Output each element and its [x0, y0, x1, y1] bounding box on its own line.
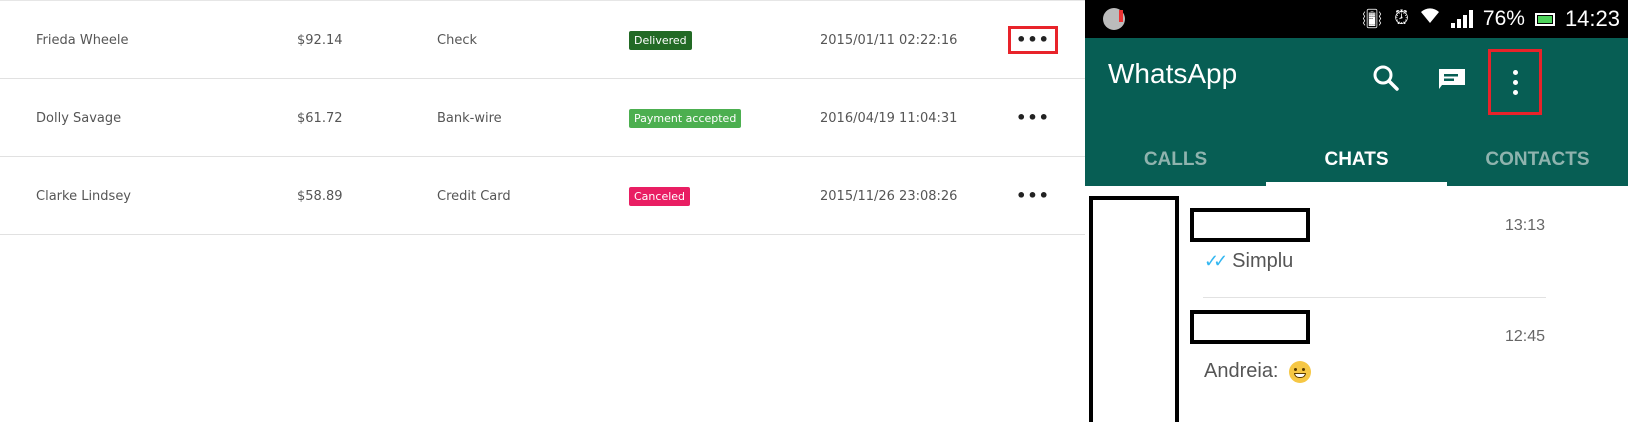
orders-table: Frieda Wheele $92.14 Check Delivered 201…: [0, 0, 1085, 423]
chat-message: Andreia:: [1204, 360, 1279, 382]
signal-icon: [1450, 10, 1473, 28]
battery-icon: [1534, 12, 1555, 26]
double-check-icon: ✓✓: [1204, 251, 1228, 271]
chat-message-icon: [1439, 69, 1465, 89]
payment-method: Check: [437, 32, 477, 48]
whatsapp-screen: 📳︎ ⏰︎ 76% 14:23 WhatsApp CALLS CHATS CON…: [1085, 0, 1628, 422]
status-icons: 📳︎ ⏰︎ 76% 14:23: [1360, 0, 1620, 38]
row-actions-button[interactable]: •••: [1008, 104, 1058, 132]
table-row: Frieda Wheele $92.14 Check Delivered 201…: [0, 1, 1085, 79]
chat-time: 13:13: [1504, 217, 1545, 234]
order-amount: $92.14: [297, 32, 343, 48]
app-bar: WhatsApp CALLS CHATS CONTACTS: [1085, 38, 1628, 186]
order-amount: $61.72: [297, 110, 343, 126]
app-title: WhatsApp: [1108, 58, 1238, 89]
customer-name: Frieda Wheele: [36, 32, 129, 48]
tab-bar: CALLS CHATS CONTACTS: [1085, 134, 1628, 186]
chat-time: 12:45: [1504, 328, 1545, 345]
status-badge: Payment accepted: [629, 108, 742, 128]
tab-contacts[interactable]: CONTACTS: [1447, 134, 1628, 186]
actions-cell: •••: [1008, 157, 1058, 235]
customer-name: Clarke Lindsey: [36, 188, 132, 204]
more-horizontal-icon: •••: [1016, 186, 1050, 205]
actions-cell: •••: [1008, 79, 1058, 157]
tab-chats[interactable]: CHATS: [1266, 134, 1447, 186]
chat-preview: Andreia:: [1204, 360, 1311, 383]
status-bar: 📳︎ ⏰︎ 76% 14:23: [1085, 0, 1628, 38]
new-chat-button[interactable]: [1430, 56, 1474, 100]
status-badge: Canceled: [629, 186, 691, 206]
list-item[interactable]: 12:45 Andreia:: [1085, 298, 1628, 410]
chat-preview: ✓✓ Simplu: [1204, 250, 1293, 273]
wifi-icon: [1419, 7, 1441, 31]
row-actions-button[interactable]: •••: [1008, 26, 1058, 54]
contact-name: [1190, 208, 1310, 242]
customer-name: Dolly Savage: [36, 110, 122, 126]
more-options-button[interactable]: [1488, 49, 1542, 115]
row-actions-button[interactable]: •••: [1008, 182, 1058, 210]
search-button[interactable]: [1364, 56, 1408, 100]
order-date: 2016/04/19 11:04:31: [820, 110, 958, 126]
grinning-face-icon: [1288, 360, 1311, 383]
chat-message: Simplu: [1232, 250, 1294, 272]
table-row: Clarke Lindsey $58.89 Credit Card Cancel…: [0, 157, 1085, 235]
notification-app-icon: [1103, 8, 1125, 30]
chat-list: 13:13 ✓✓ Simplu 12:45 Andreia:: [1085, 186, 1628, 422]
list-item[interactable]: 13:13 ✓✓ Simplu: [1085, 186, 1628, 298]
tab-calls[interactable]: CALLS: [1085, 134, 1266, 186]
payment-method: Bank-wire: [437, 110, 502, 126]
status-cell: Delivered: [629, 1, 692, 79]
more-horizontal-icon: •••: [1016, 30, 1050, 49]
alarm-icon: ⏰︎: [1394, 8, 1409, 29]
status-badge: Delivered: [629, 30, 692, 50]
actions-cell: •••: [1008, 1, 1058, 79]
status-cell: Payment accepted: [629, 79, 742, 157]
table-row: Dolly Savage $61.72 Bank-wire Payment ac…: [0, 79, 1085, 157]
order-amount: $58.89: [297, 188, 343, 204]
more-horizontal-icon: •••: [1016, 108, 1050, 127]
more-vertical-icon: [1512, 69, 1518, 95]
clock: 14:23: [1564, 6, 1620, 31]
contact-name: [1190, 310, 1310, 344]
vibrate-icon: 📳︎: [1359, 9, 1385, 30]
order-date: 2015/11/26 23:08:26: [820, 188, 958, 204]
battery-percent: 76%: [1482, 7, 1525, 30]
search-icon: [1373, 65, 1399, 91]
payment-method: Credit Card: [437, 188, 511, 204]
order-date: 2015/01/11 02:22:16: [820, 32, 958, 48]
status-cell: Canceled: [629, 157, 691, 235]
